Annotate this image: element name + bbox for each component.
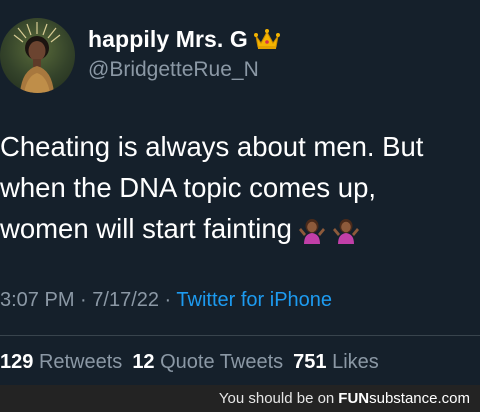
- display-name[interactable]: happily Mrs. G: [88, 26, 280, 56]
- tweet-line-3: women will start fainting: [0, 208, 480, 255]
- watermark-brand-substance: substance.com: [369, 390, 470, 407]
- person-shrugging-emoji: [298, 214, 326, 255]
- tweet-time[interactable]: 3:07 PM: [0, 289, 74, 311]
- tweet-line-3-text: women will start fainting: [0, 213, 292, 244]
- watermark-brand-fun: FUN: [338, 390, 370, 407]
- crown-icon: [253, 28, 280, 56]
- watermark-text: You should be on: [218, 390, 335, 407]
- user-handle[interactable]: @BridgetteRue_N: [88, 58, 259, 82]
- avatar[interactable]: [0, 18, 75, 93]
- retweets-count: 129: [0, 351, 34, 373]
- likes-count: 751: [293, 351, 327, 373]
- tweet-stats: 129 Retweets 12 Quote Tweets 751 Likes: [0, 351, 379, 374]
- divider: [0, 335, 480, 336]
- tweet-meta: 3:07 PM · 7/17/22 · Twitter for iPhone: [0, 289, 332, 312]
- display-name-text: happily Mrs. G: [88, 26, 248, 52]
- watermark-footer: You should be on FUN substance.com: [0, 385, 480, 412]
- tweet-source-link[interactable]: Twitter for iPhone: [176, 289, 332, 311]
- tweet-line-1: Cheating is always about men. But: [0, 131, 424, 162]
- tweet-text: Cheating is always about men. But when t…: [0, 126, 480, 255]
- person-shrugging-emoji: [332, 214, 360, 255]
- likes-label: Likes: [332, 351, 379, 373]
- meta-separator: ·: [159, 289, 177, 311]
- tweet-line-2: when the DNA topic comes up,: [0, 172, 377, 203]
- likes-stat[interactable]: 751 Likes: [293, 351, 379, 373]
- retweets-stat[interactable]: 129 Retweets: [0, 351, 122, 373]
- quote-tweets-stat[interactable]: 12 Quote Tweets: [132, 351, 283, 373]
- quote-tweets-label: Quote Tweets: [160, 351, 284, 373]
- meta-separator: ·: [74, 289, 93, 311]
- quote-tweets-count: 12: [132, 351, 155, 373]
- retweets-label: Retweets: [38, 351, 123, 373]
- avatar-image: [13, 22, 61, 93]
- tweet-date[interactable]: 7/17/22: [92, 289, 159, 311]
